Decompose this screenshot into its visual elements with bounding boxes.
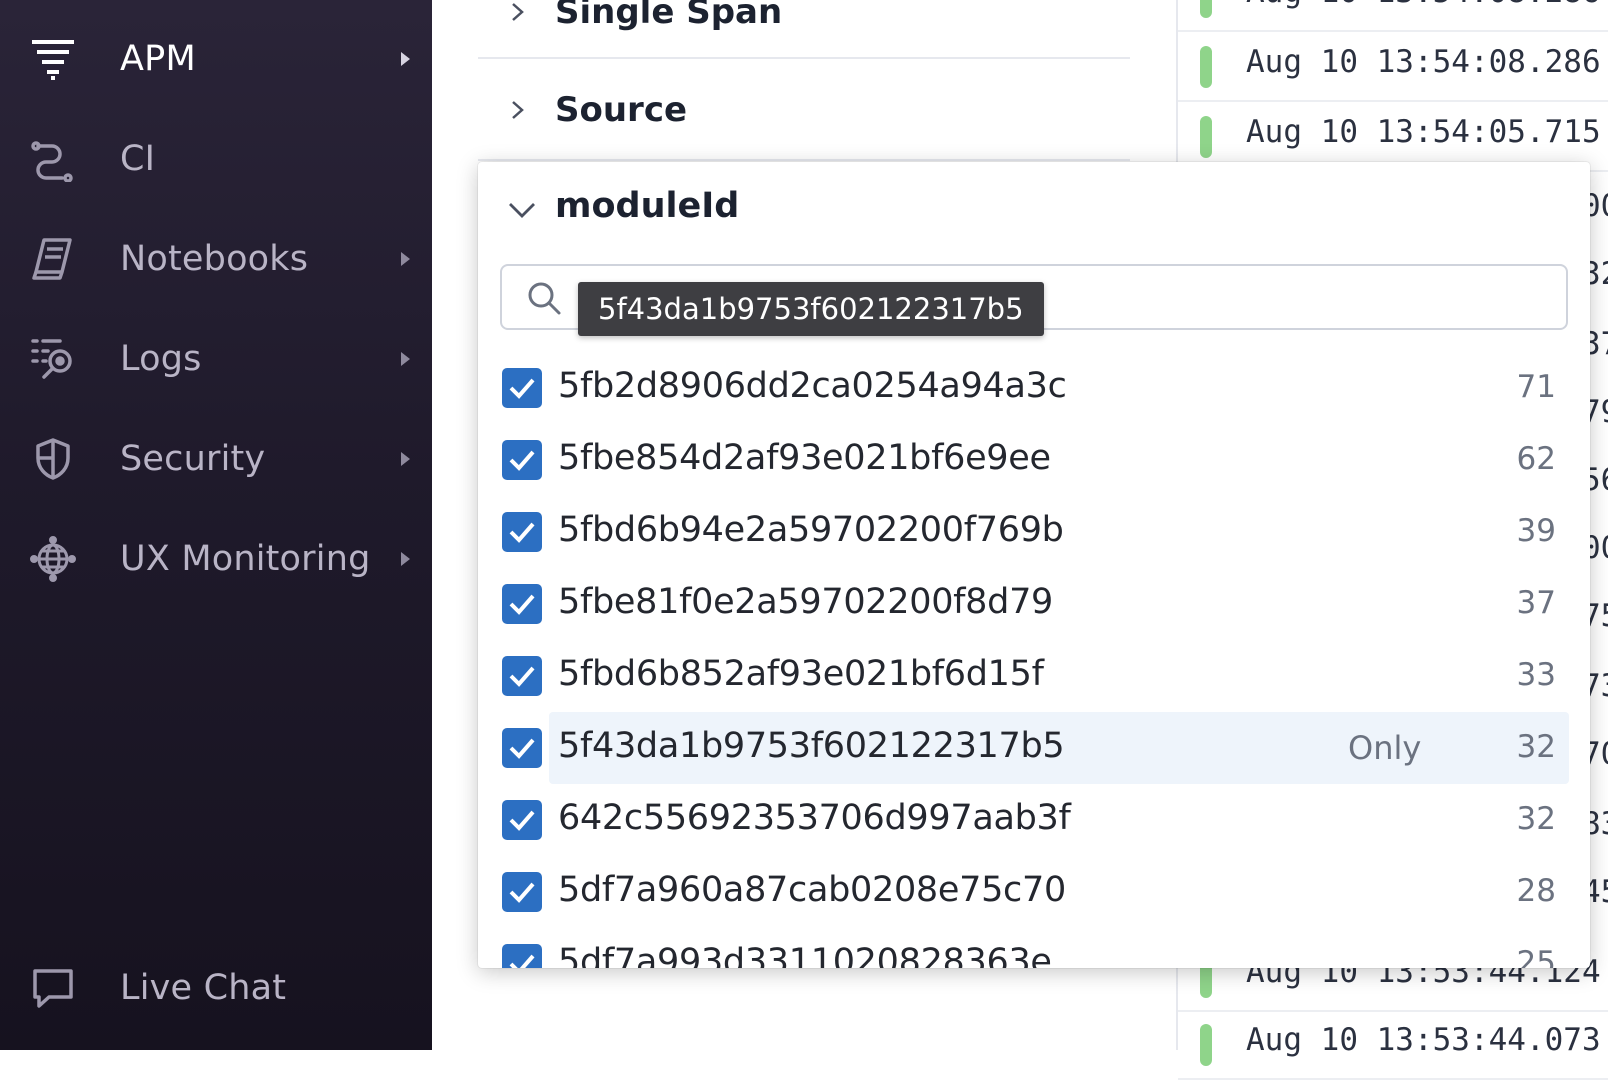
sidebar-item-logs[interactable]: Logs xyxy=(0,319,432,399)
facet-value-count: 28 xyxy=(1516,873,1556,909)
status-indicator xyxy=(1200,46,1212,88)
log-row[interactable]: Aug 10 13:54:08.286 xyxy=(1178,0,1608,32)
chevron-right-icon xyxy=(401,452,410,466)
log-timestamp: Aug 10 13:54:05.715 xyxy=(1246,114,1601,150)
checkbox-checked[interactable] xyxy=(502,728,542,768)
list-item[interactable]: 5fb2d8906dd2ca0254a94a3c 71 xyxy=(478,352,1590,424)
list-item[interactable]: 5df7a993d3311020828363e 25 xyxy=(478,928,1590,968)
search-icon xyxy=(528,282,561,315)
status-indicator xyxy=(1200,1024,1212,1066)
live-chat-button[interactable]: Live Chat xyxy=(0,948,432,1028)
chevron-right-icon xyxy=(401,52,410,66)
facet-value-label: 5fbd6b94e2a59702200f769b xyxy=(558,510,1064,550)
sidebar-item-label: APM xyxy=(120,39,196,79)
facet-value-label: 642c55692353706d997aab3f xyxy=(558,798,1071,838)
chevron-right-icon xyxy=(401,252,410,266)
facet-value-list: 5fb2d8906dd2ca0254a94a3c 71 5fbe854d2af9… xyxy=(478,352,1590,968)
facet-single-span[interactable]: Single Span xyxy=(478,0,1130,62)
checkbox-checked[interactable] xyxy=(502,944,542,968)
facet-value-count: 71 xyxy=(1516,369,1556,405)
log-row[interactable]: Aug 10 13:54:08.286 xyxy=(1178,32,1608,102)
list-item[interactable]: 5df7a960a87cab0208e75c70 28 xyxy=(478,856,1590,928)
logs-icon xyxy=(28,334,78,384)
facet-value-count: 62 xyxy=(1516,441,1556,477)
facet-value-label: 5fb2d8906dd2ca0254a94a3c xyxy=(558,366,1067,406)
facet-value-label: 5fbd6b852af93e021bf6d15f xyxy=(558,654,1044,694)
chat-bubble-icon xyxy=(28,963,78,1013)
checkbox-checked[interactable] xyxy=(502,800,542,840)
list-item[interactable]: 5fbd6b94e2a59702200f769b 39 xyxy=(478,496,1590,568)
chevron-right-icon xyxy=(512,3,524,21)
facet-divider xyxy=(478,159,1130,161)
sidebar-item-notebooks[interactable]: Notebooks xyxy=(0,219,432,299)
checkbox-checked[interactable] xyxy=(502,872,542,912)
facet-value-count: 39 xyxy=(1516,513,1556,549)
facet-value-label: 5fbe854d2af93e021bf6e9ee xyxy=(558,438,1051,478)
sidebar-item-label: Security xyxy=(120,439,266,479)
facet-label: Source xyxy=(555,90,688,130)
facet-title: moduleId xyxy=(555,186,740,226)
sidebar-item-apm[interactable]: APM xyxy=(0,19,432,99)
facet-value-label: 5f43da1b9753f602122317b5 xyxy=(558,726,1065,766)
shield-icon xyxy=(28,434,78,484)
facet-source[interactable]: Source xyxy=(478,60,1130,160)
checkbox-checked[interactable] xyxy=(502,584,542,624)
chevron-right-icon xyxy=(401,352,410,366)
globe-icon xyxy=(28,534,78,584)
sidebar-item-ux-monitoring[interactable]: UX Monitoring xyxy=(0,519,432,599)
value-tooltip: 5f43da1b9753f602122317b5 xyxy=(578,282,1044,336)
sidebar: APM CI Notebooks Logs Security UX Monito… xyxy=(0,0,432,1050)
facet-value-label: 5fbe81f0e2a59702200f8d79 xyxy=(558,582,1054,622)
facet-value-count: 32 xyxy=(1516,729,1556,765)
list-item[interactable]: 642c55692353706d997aab3f 32 xyxy=(478,784,1590,856)
log-timestamp: Aug 10 13:53:44.073 xyxy=(1246,1022,1601,1058)
notebook-icon xyxy=(28,234,78,284)
sidebar-item-label: CI xyxy=(120,139,156,179)
apm-filter-icon xyxy=(28,34,78,84)
sidebar-item-security[interactable]: Security xyxy=(0,419,432,499)
checkbox-checked[interactable] xyxy=(502,512,542,552)
facet-value-label: 5df7a960a87cab0208e75c70 xyxy=(558,870,1066,910)
log-row[interactable]: Aug 10 13:53:44.073 xyxy=(1178,1010,1608,1080)
facet-divider xyxy=(478,57,1130,59)
list-item[interactable]: 5fbe81f0e2a59702200f8d79 37 xyxy=(478,568,1590,640)
status-indicator xyxy=(1200,0,1212,18)
log-timestamp: Aug 10 13:54:08.286 xyxy=(1246,44,1601,80)
sidebar-item-ci[interactable]: CI xyxy=(0,119,432,199)
live-chat-label: Live Chat xyxy=(120,968,287,1008)
facet-value-label: 5df7a993d3311020828363e xyxy=(558,942,1052,968)
facet-popover: moduleId 5f43da1b9753f602122317b5 5fb2d8… xyxy=(478,162,1590,968)
ci-pipeline-icon xyxy=(28,134,78,184)
sidebar-item-label: UX Monitoring xyxy=(120,539,371,579)
checkbox-checked[interactable] xyxy=(502,656,542,696)
facet-value-count: 25 xyxy=(1516,945,1556,968)
chevron-right-icon xyxy=(401,552,410,566)
list-item[interactable]: 5fbe854d2af93e021bf6e9ee 62 xyxy=(478,424,1590,496)
status-indicator xyxy=(1200,116,1212,158)
list-item-hovered[interactable]: 5f43da1b9753f602122317b5 Only 32 xyxy=(478,712,1590,784)
list-item[interactable]: 5fbd6b852af93e021bf6d15f 33 xyxy=(478,640,1590,712)
chevron-down-icon xyxy=(509,203,535,218)
facet-label: Single Span xyxy=(555,0,783,32)
sidebar-item-label: Logs xyxy=(120,339,202,379)
facet-value-count: 33 xyxy=(1516,657,1556,693)
facet-value-count: 37 xyxy=(1516,585,1556,621)
log-timestamp: Aug 10 13:54:08.286 xyxy=(1246,0,1601,10)
chevron-right-icon xyxy=(512,101,524,119)
facet-header-moduleid[interactable]: moduleId xyxy=(478,162,1590,262)
sidebar-item-label: Notebooks xyxy=(120,239,309,279)
checkbox-checked[interactable] xyxy=(502,440,542,480)
checkbox-checked[interactable] xyxy=(502,368,542,408)
facet-value-count: 32 xyxy=(1516,801,1556,837)
only-button[interactable]: Only xyxy=(1348,729,1421,767)
